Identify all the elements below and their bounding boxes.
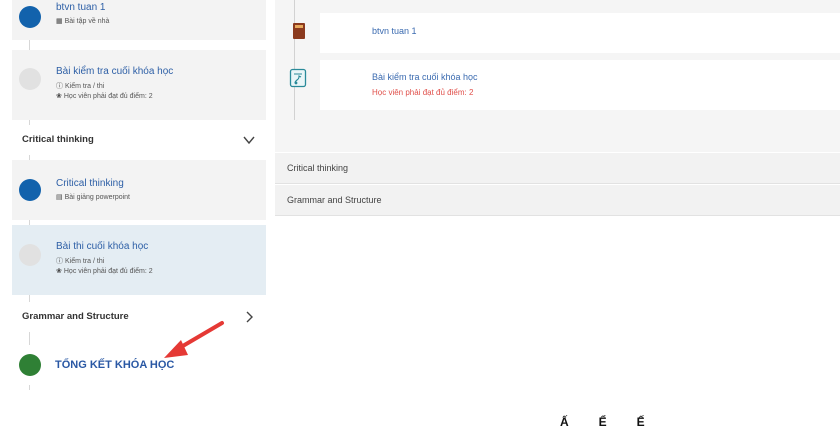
video-caption: ẤỂẾ [560, 415, 675, 429]
red-arrow-annotation [164, 321, 224, 358]
